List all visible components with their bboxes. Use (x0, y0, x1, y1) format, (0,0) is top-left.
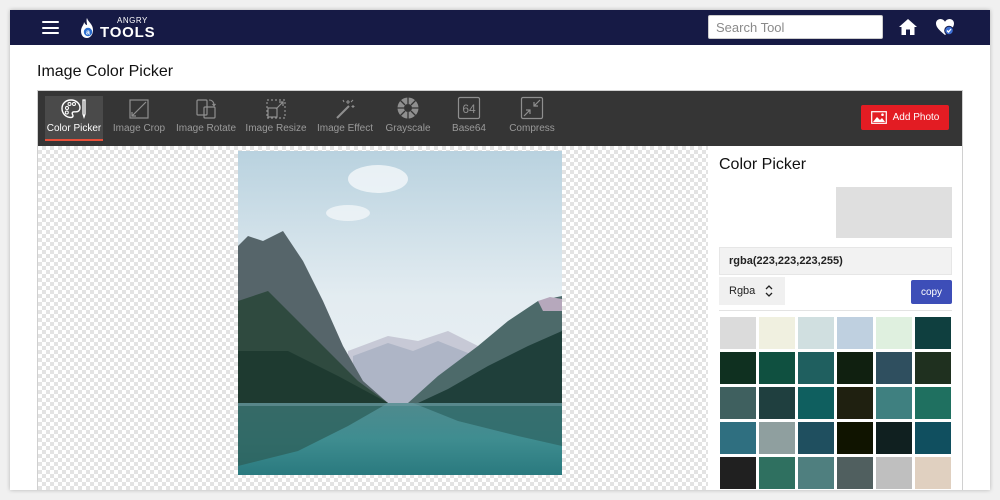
grayscale-icon (383, 96, 433, 120)
palette-swatch[interactable] (720, 422, 756, 454)
palette-swatch[interactable] (876, 387, 912, 419)
palette-swatch[interactable] (720, 352, 756, 384)
tool-workspace: Color Picker Image Crop Image Rotate Ima… (37, 90, 963, 490)
color-format-value: Rgba (729, 285, 756, 297)
tab-image-resize[interactable]: Image Resize (245, 96, 307, 141)
color-palette-grid (720, 317, 952, 489)
palette-swatch[interactable] (720, 317, 756, 349)
palette-swatch[interactable] (915, 387, 951, 419)
svg-text:64: 64 (462, 102, 476, 116)
svg-text:a: a (86, 30, 90, 37)
palette-swatch[interactable] (837, 387, 873, 419)
hamburger-menu-icon[interactable] (42, 21, 59, 34)
tab-base64[interactable]: 64 Base64 (446, 96, 492, 141)
tab-compress-label: Compress (509, 123, 555, 134)
compress-icon (506, 96, 558, 120)
palette-swatch[interactable] (759, 387, 795, 419)
app-frame: a ANGRY TOOLS Image Color Picker (10, 10, 990, 490)
palette-swatch[interactable] (720, 387, 756, 419)
palette-icon (45, 96, 103, 120)
logo-text-tools: TOOLS (100, 23, 156, 41)
page-title: Image Color Picker (37, 63, 174, 80)
image-icon (870, 111, 887, 124)
palette-swatch[interactable] (876, 422, 912, 454)
magic-wand-icon (316, 96, 374, 120)
palette-swatch[interactable] (759, 422, 795, 454)
tab-grayscale-label: Grayscale (385, 123, 431, 134)
rotate-icon (175, 96, 237, 120)
select-arrows-icon (765, 285, 773, 297)
palette-swatch[interactable] (837, 457, 873, 489)
search-tool-input[interactable] (708, 15, 883, 39)
tab-image-crop-label: Image Crop (112, 123, 166, 134)
tab-base64-label: Base64 (452, 123, 486, 134)
color-value-field[interactable]: rgba(223,223,223,255) (719, 247, 952, 275)
tab-image-effect-label: Image Effect (317, 123, 373, 134)
palette-swatch[interactable] (837, 317, 873, 349)
add-photo-label: Add Photo (892, 112, 940, 123)
top-nav-bar: a ANGRY TOOLS (10, 10, 990, 45)
panel-divider (719, 310, 952, 311)
tab-image-rotate-label: Image Rotate (175, 123, 237, 134)
palette-swatch[interactable] (759, 317, 795, 349)
tab-grayscale[interactable]: Grayscale (383, 96, 433, 141)
tab-color-picker[interactable]: Color Picker (45, 96, 103, 141)
palette-swatch[interactable] (915, 457, 951, 489)
palette-swatch[interactable] (915, 352, 951, 384)
color-picker-panel: Color Picker rgba(223,223,223,255) Rgba … (708, 146, 962, 490)
image-canvas-area (38, 146, 708, 490)
copy-button[interactable]: copy (911, 280, 952, 304)
palette-swatch[interactable] (759, 457, 795, 489)
base64-icon: 64 (446, 96, 492, 120)
palette-swatch[interactable] (915, 317, 951, 349)
color-picker-title: Color Picker (719, 156, 807, 173)
tab-image-resize-label: Image Resize (245, 123, 307, 134)
tab-compress[interactable]: Compress (506, 96, 558, 141)
color-format-select[interactable]: Rgba (719, 277, 785, 305)
palette-swatch[interactable] (876, 457, 912, 489)
palette-swatch[interactable] (798, 352, 834, 384)
tab-image-effect[interactable]: Image Effect (316, 96, 374, 141)
home-icon[interactable] (898, 17, 918, 37)
palette-swatch[interactable] (798, 457, 834, 489)
resize-icon (245, 96, 307, 120)
crop-icon (111, 96, 167, 120)
tab-image-rotate[interactable]: Image Rotate (175, 96, 237, 141)
tool-toolbar: Color Picker Image Crop Image Rotate Ima… (38, 91, 962, 146)
selected-color-preview (836, 187, 952, 238)
palette-swatch[interactable] (837, 422, 873, 454)
palette-swatch[interactable] (837, 352, 873, 384)
palette-swatch[interactable] (759, 352, 795, 384)
logo-flame-icon: a (78, 17, 96, 39)
tab-image-crop[interactable]: Image Crop (111, 96, 167, 141)
uploaded-photo-mountain-lake[interactable] (238, 151, 562, 475)
palette-swatch[interactable] (798, 387, 834, 419)
tab-color-picker-label: Color Picker (46, 123, 102, 134)
favorite-heart-icon[interactable] (935, 17, 955, 37)
palette-swatch[interactable] (915, 422, 951, 454)
palette-swatch[interactable] (876, 352, 912, 384)
palette-swatch[interactable] (798, 317, 834, 349)
add-photo-button[interactable]: Add Photo (861, 105, 949, 130)
site-logo[interactable]: a ANGRY TOOLS (78, 15, 155, 41)
palette-swatch[interactable] (876, 317, 912, 349)
palette-swatch[interactable] (798, 422, 834, 454)
palette-swatch[interactable] (720, 457, 756, 489)
